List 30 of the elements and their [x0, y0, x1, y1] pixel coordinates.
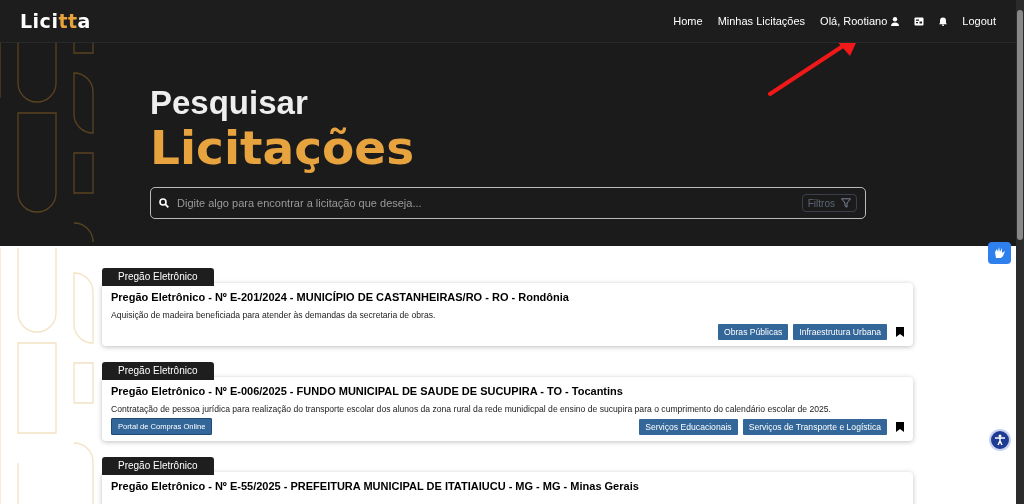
- accessibility-icon: [994, 434, 1006, 446]
- user-menu-link[interactable]: Olá, Rootiano: [820, 15, 900, 27]
- sign-language-button[interactable]: [988, 242, 1011, 264]
- hand-icon: [992, 246, 1007, 260]
- result-description: Aquisição de madeira beneficiada para atender às demandas da secretaria de obras.: [111, 310, 437, 320]
- result-description: Contratação de pessoa jurídica para realização do transporte escolar dos alunos da zona rural da rede munidicpal de ensino de sucupira para o cumprimento do calendário escolar de 2025.: [111, 404, 832, 414]
- accessibility-button[interactable]: [989, 429, 1011, 451]
- nav-link[interactable]: Logout: [962, 15, 996, 27]
- user-icon: [891, 16, 900, 26]
- category-tag[interactable]: Obras Públicas: [718, 324, 789, 340]
- page-title-highlight: Licitações: [150, 121, 415, 175]
- id-card-icon[interactable]: [914, 16, 925, 26]
- logo[interactable]: Licitta: [20, 10, 91, 32]
- nav-link[interactable]: Minhas Licitações: [717, 15, 806, 27]
- category-tag[interactable]: Serviços Educacionais: [639, 418, 738, 435]
- bookmark-icon[interactable]: [896, 421, 904, 432]
- page-title: Pesquisar: [150, 83, 308, 123]
- result-card[interactable]: Pregão Eletrônico - Nº E-55/2025 - PREFEITURA MUNICIPAL DE ITATIAIUCU - MG - MG - Minas Gerais: [102, 472, 913, 504]
- result-card[interactable]: [102, 377, 913, 441]
- search-icon: [159, 198, 169, 208]
- category-tag[interactable]: Serviços de Transporte e Logística: [742, 418, 887, 435]
- category-tag[interactable]: Infraestrutura Urbana: [793, 324, 887, 340]
- bookmark-icon[interactable]: [896, 327, 904, 337]
- nav-link[interactable]: Home: [673, 15, 703, 27]
- filter-icon: [841, 198, 851, 208]
- result-title: Pregão Eletrônico - Nº E-55/2025 - PREFEITURA MUNICIPAL DE ITATIAIUCU - MG - MG - Minas Gerais: [111, 480, 640, 492]
- notification-bell-icon[interactable]: [939, 16, 948, 26]
- result-title: Pregão Eletrônico - Nº E-006/2025 - FUNDO MUNICIPAL DE SAUDE DE SUCUPIRA - TO - Tocantins: [111, 385, 624, 397]
- result-card[interactable]: Pregão Eletrônico - Nº E-201/2024 - MUNICÍPIO DE CASTANHEIRAS/RO - RO - Rondônia Aquisição de madeira beneficiada para atender às demandas da secretaria de obras. Obras Públicas Infraestrutura Urbana: [102, 283, 913, 346]
- result-title: Pregão Eletrônico - Nº E-201/2024 - MUNICÍPIO DE CASTANHEIRAS/RO - RO - Rondônia: [111, 291, 570, 303]
